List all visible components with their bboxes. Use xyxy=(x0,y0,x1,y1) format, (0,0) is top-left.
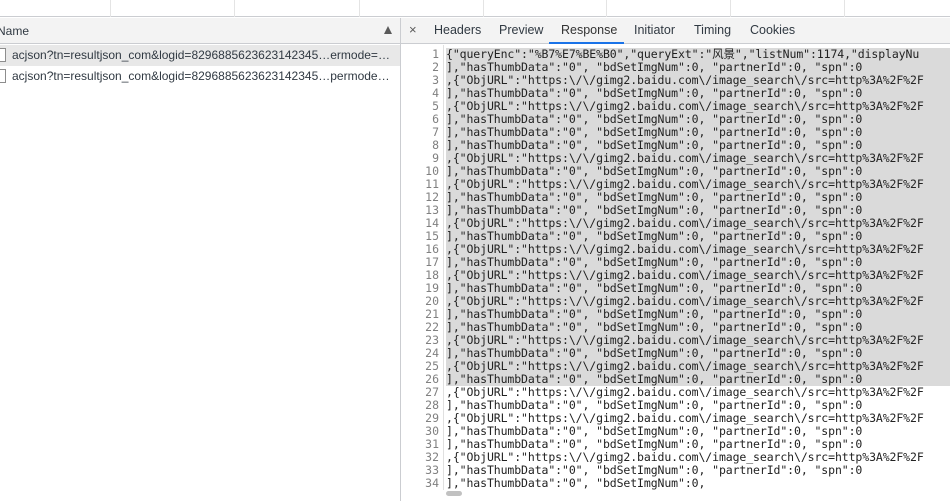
request-name: acjson?tn=resultjson_com&logid=829688562… xyxy=(12,69,390,83)
waterfall-bar-fragment xyxy=(762,0,772,1)
waterfall-strip xyxy=(0,0,950,17)
active-tab-indicator xyxy=(549,42,624,44)
sort-ascending-icon[interactable] xyxy=(384,26,392,34)
request-name: acjson?tn=resultjson_com&logid=829688562… xyxy=(12,48,390,62)
tab-response[interactable]: Response xyxy=(561,23,617,37)
response-body-viewer[interactable]: 1 {"queryEnc":"%B7%E7%BE%B0","queryExt":"… xyxy=(401,45,950,490)
tab-preview[interactable]: Preview xyxy=(499,23,543,37)
file-icon xyxy=(0,69,6,83)
strip-divider xyxy=(730,0,731,17)
strip-divider xyxy=(359,0,360,17)
tab-timing[interactable]: Timing xyxy=(694,23,731,37)
strip-divider xyxy=(110,0,111,17)
request-row[interactable]: acjson?tn=resultjson_com&logid=829688562… xyxy=(0,66,400,87)
request-row[interactable]: acjson?tn=resultjson_com&logid=829688562… xyxy=(0,45,400,66)
close-icon[interactable]: × xyxy=(409,22,417,37)
tab-initiator[interactable]: Initiator xyxy=(634,23,675,37)
line-number-gutter-border xyxy=(443,45,444,490)
strip-divider xyxy=(844,0,845,17)
tab-cookies[interactable]: Cookies xyxy=(750,23,795,37)
file-icon xyxy=(0,48,6,62)
name-column-header[interactable]: Name xyxy=(0,18,400,44)
name-column-label: Name xyxy=(0,24,30,38)
details-tabbar: × Headers Preview Response Initiator Tim… xyxy=(401,18,950,44)
tab-headers[interactable]: Headers xyxy=(434,23,481,37)
horizontal-scrollbar-thumb[interactable] xyxy=(446,491,462,496)
strip-divider xyxy=(234,0,235,17)
response-line: 34],"hasThumbData":"0", "bdSetImgNum":0, xyxy=(401,477,950,490)
request-list-panel: Name acjson?tn=resultjson_com&logid=8296… xyxy=(0,18,400,501)
strip-divider xyxy=(606,0,607,17)
request-details-panel: × Headers Preview Response Initiator Tim… xyxy=(401,18,950,501)
strip-divider xyxy=(483,0,484,17)
line-text: ],"hasThumbData":"0", "bdSetImgNum":0, xyxy=(446,476,706,490)
